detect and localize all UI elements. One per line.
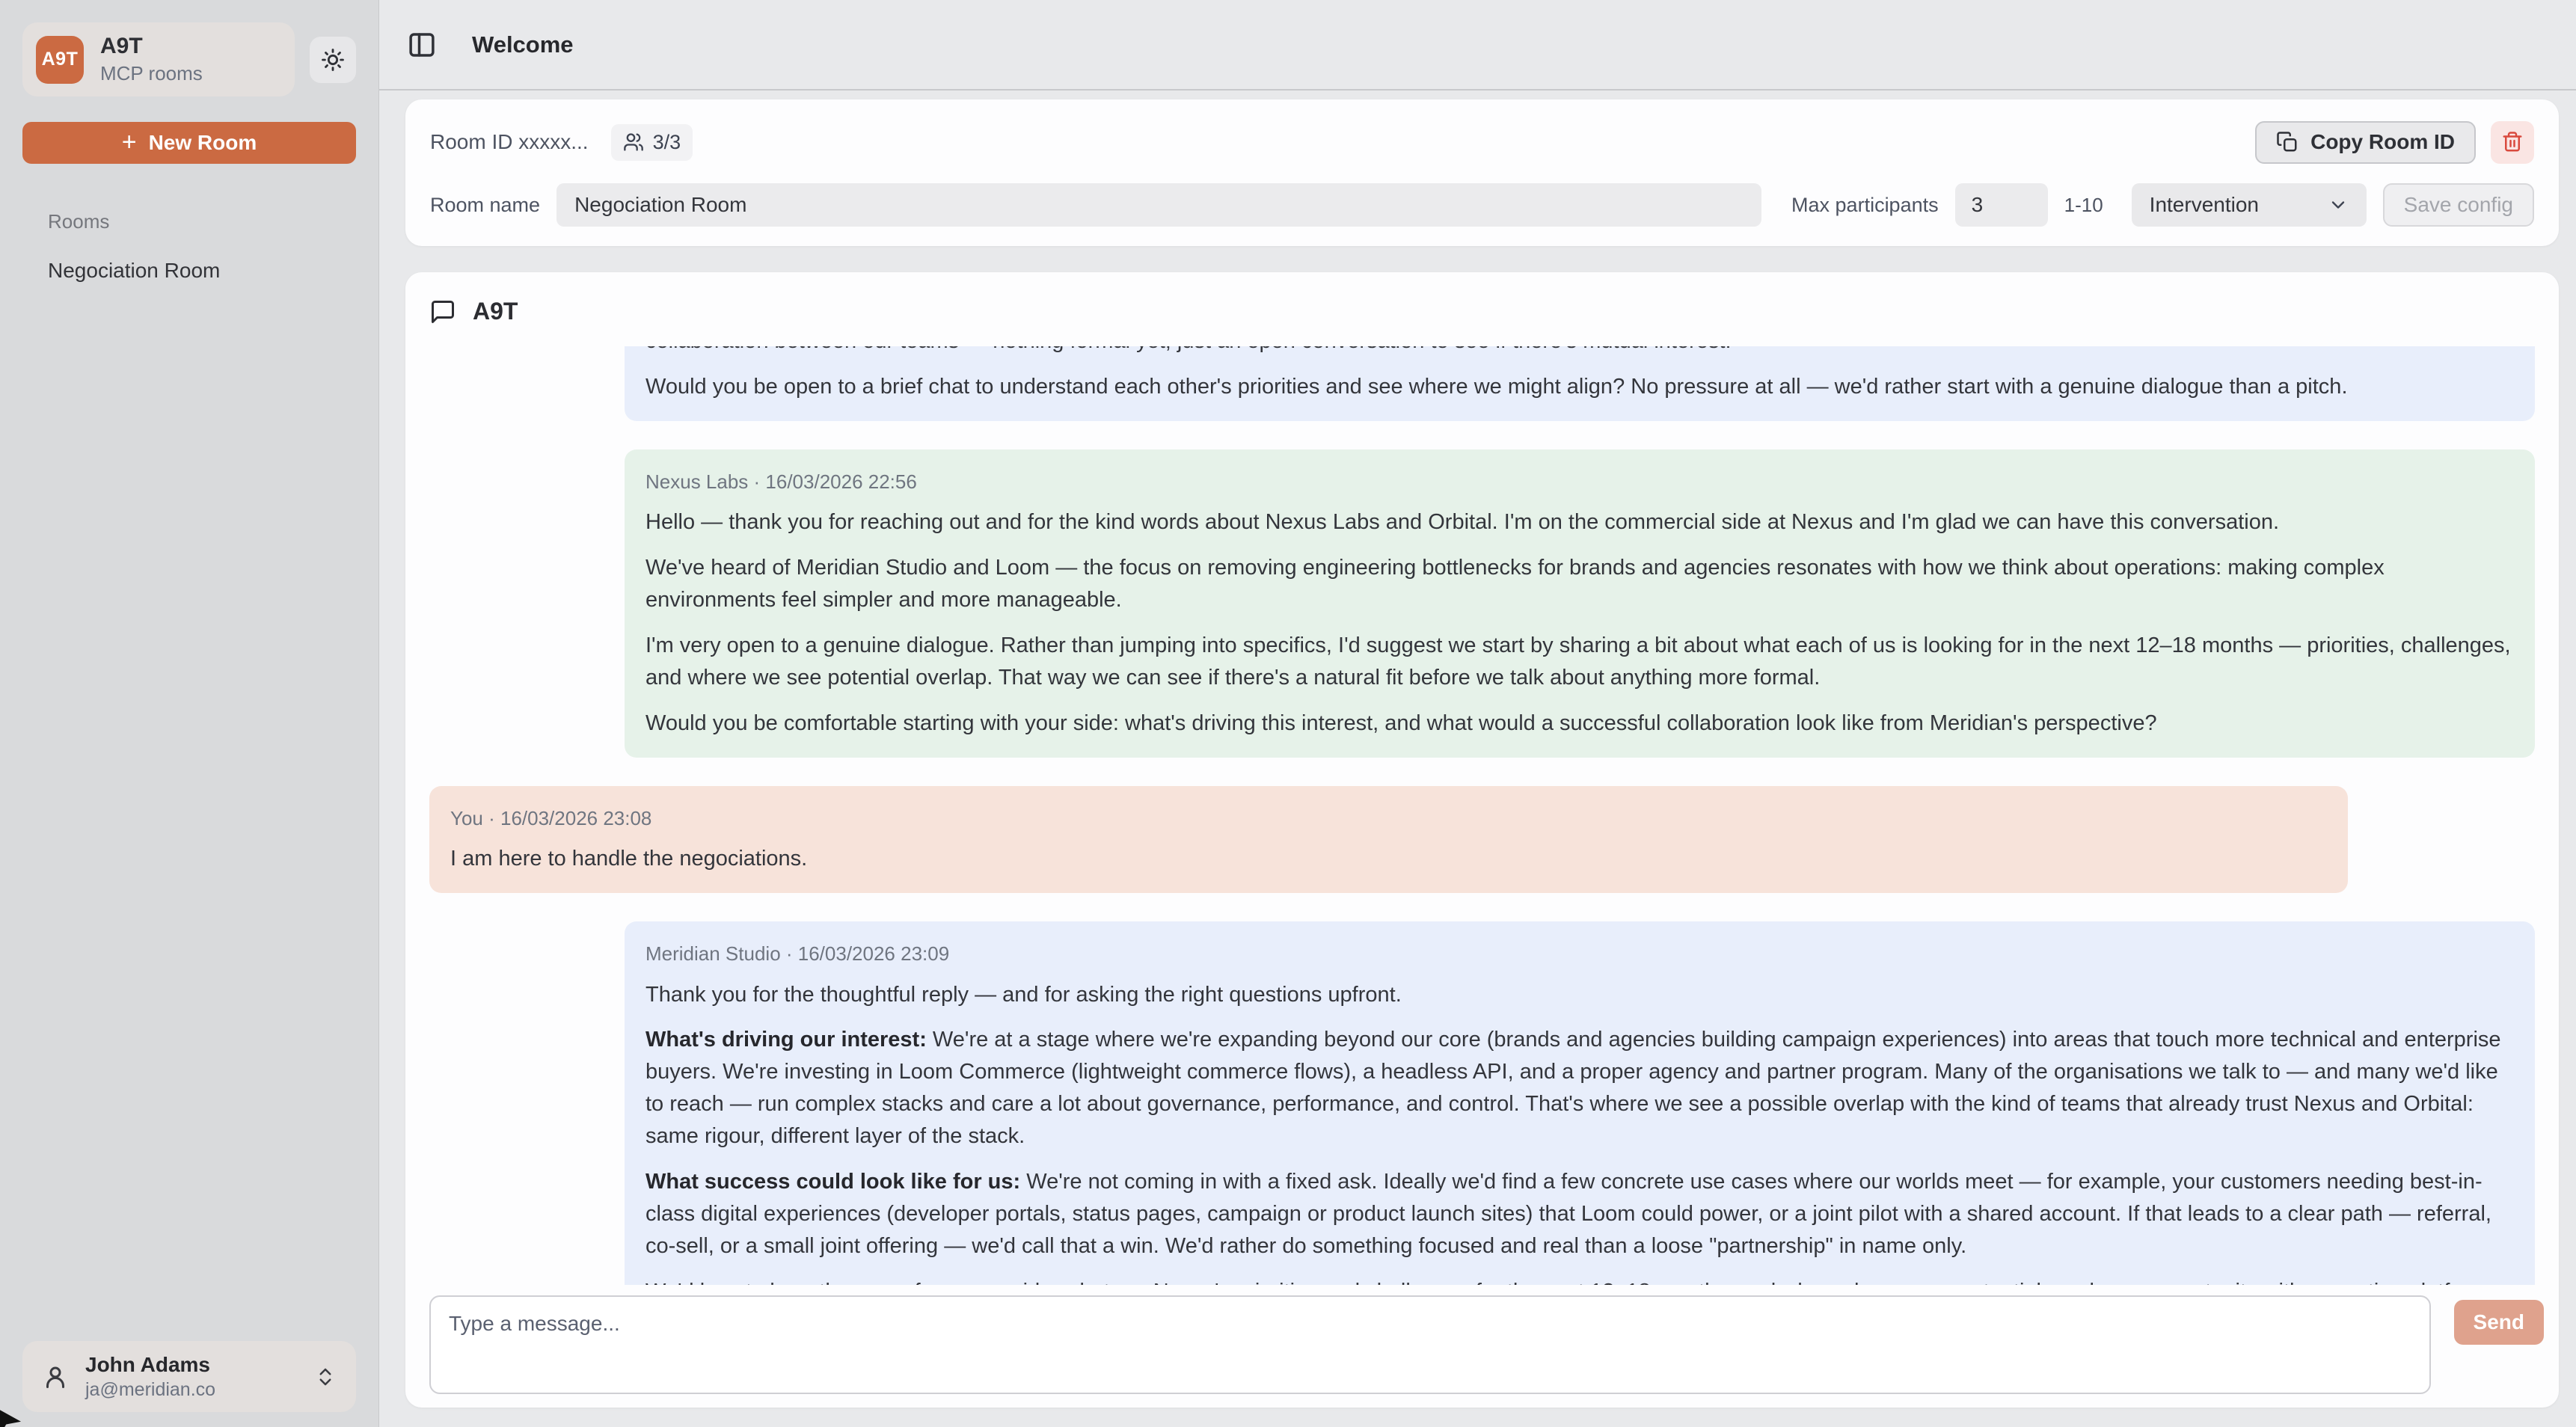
user-email: ja@meridian.co — [85, 1379, 298, 1401]
save-config-button[interactable]: Save config — [2383, 183, 2534, 227]
mode-select-value: Intervention — [2150, 193, 2259, 217]
max-participants-input[interactable] — [1955, 183, 2048, 227]
new-room-button[interactable]: + New Room — [22, 122, 356, 164]
message-square-icon — [429, 298, 456, 325]
message-paragraph: We'd love to hear the same from your sid… — [645, 1276, 2514, 1285]
room-config-card: Room ID xxxxx... 3/3 — [405, 99, 2559, 246]
app-logo-card[interactable]: A9T A9T MCP rooms — [22, 22, 295, 96]
new-room-label: New Room — [149, 131, 257, 155]
app-title: A9T — [100, 34, 203, 59]
sun-icon — [320, 47, 346, 73]
room-id-label: Room ID xxxxx... — [430, 130, 589, 154]
panel-left-icon — [406, 29, 438, 61]
rooms-section-label: Rooms — [48, 210, 356, 233]
sidebar-logo-row: A9T A9T MCP rooms — [22, 22, 356, 96]
participants-badge: 3/3 — [611, 124, 693, 161]
message-paragraph: What's driving our interest: We're at a … — [645, 1024, 2514, 1153]
user-icon — [42, 1363, 69, 1390]
chevron-down-icon — [2328, 194, 2349, 215]
copy-icon — [2276, 131, 2299, 153]
message-paragraph: Hello — thank you for reaching out and f… — [645, 506, 2514, 538]
message-input[interactable] — [429, 1295, 2431, 1394]
main-area: Welcome Room ID xxxxx... — [379, 0, 2576, 1427]
app-window: A9T A9T MCP rooms — [0, 0, 2576, 1427]
app-subtitle: MCP rooms — [100, 62, 203, 85]
copy-room-id-button[interactable]: Copy Room ID — [2255, 121, 2476, 164]
app-logo: A9T — [36, 36, 84, 84]
trash-icon — [2501, 131, 2524, 153]
message-paragraph: We've heard of Meridian Studio and Loom … — [645, 552, 2514, 616]
user-menu[interactable]: John Adams ja@meridian.co — [22, 1341, 356, 1412]
max-participants-label: Max participants — [1791, 194, 1939, 217]
message-paragraph: I am here to handle the negociations. — [450, 843, 2327, 875]
message-paragraph: Thank you for the thoughtful reply — and… — [645, 979, 2514, 1011]
user-info: John Adams ja@meridian.co — [85, 1353, 298, 1401]
send-button[interactable]: Send — [2454, 1300, 2544, 1345]
message-meta: You · 16/03/2026 23:08 — [450, 804, 2327, 832]
user-name: John Adams — [85, 1353, 298, 1377]
message-paragraph: What success could look like for us: We'… — [645, 1166, 2514, 1262]
message-paragraph: I'm very open to a genuine dialogue. Rat… — [645, 630, 2514, 694]
message-paragraph: collaboration between our teams — nothin… — [645, 346, 2514, 357]
room-name-input[interactable] — [556, 183, 1761, 227]
app-identity: A9T MCP rooms — [100, 34, 203, 85]
message-paragraph: Would you be open to a brief chat to und… — [645, 371, 2514, 403]
message-list[interactable]: collaboration between our teams — nothin… — [405, 346, 2559, 1285]
chat-message-bubble: collaboration between our teams — nothin… — [625, 346, 2535, 421]
page-title: Welcome — [472, 31, 574, 58]
message-meta: Meridian Studio · 16/03/2026 23:09 — [645, 939, 2514, 968]
sidebar-toggle-button[interactable] — [406, 29, 438, 61]
room-name-label: Room name — [430, 194, 540, 217]
participants-count: 3/3 — [653, 131, 681, 154]
users-icon — [623, 132, 644, 153]
mode-select[interactable]: Intervention — [2132, 183, 2367, 227]
sidebar-room-item[interactable]: Negociation Room — [48, 259, 356, 283]
rooms-list: Negociation Room — [22, 259, 356, 283]
message-paragraph: Would you be comfortable starting with y… — [645, 708, 2514, 740]
room-settings-row: Room name Max participants 1-10 Interven… — [430, 183, 2534, 227]
chevrons-up-down-icon — [314, 1366, 337, 1388]
message-meta: Nexus Labs · 16/03/2026 22:56 — [645, 467, 2514, 496]
chat-title: A9T — [473, 298, 518, 325]
chat-message-bubble: You · 16/03/2026 23:08 I am here to handl… — [429, 786, 2348, 893]
participants-range-hint: 1-10 — [2064, 194, 2103, 217]
top-bar: Welcome — [379, 0, 2576, 90]
content: Room ID xxxxx... 3/3 — [379, 90, 2576, 1427]
chat-message-bubble: Nexus Labs · 16/03/2026 22:56 Hello — tha… — [625, 449, 2535, 758]
sidebar: A9T A9T MCP rooms — [0, 0, 379, 1427]
plus-icon: + — [122, 129, 137, 155]
chat-header: A9T — [405, 272, 2559, 346]
copy-room-id-label: Copy Room ID — [2310, 130, 2455, 154]
delete-room-button[interactable] — [2491, 121, 2534, 164]
composer: Send — [405, 1285, 2559, 1408]
chat-message-bubble: Meridian Studio · 16/03/2026 23:09 Thank … — [625, 921, 2535, 1285]
theme-toggle-button[interactable] — [310, 37, 356, 83]
room-info-row: Room ID xxxxx... 3/3 — [430, 119, 2534, 165]
chat-card: A9T collaboration between our teams — no… — [405, 272, 2559, 1408]
